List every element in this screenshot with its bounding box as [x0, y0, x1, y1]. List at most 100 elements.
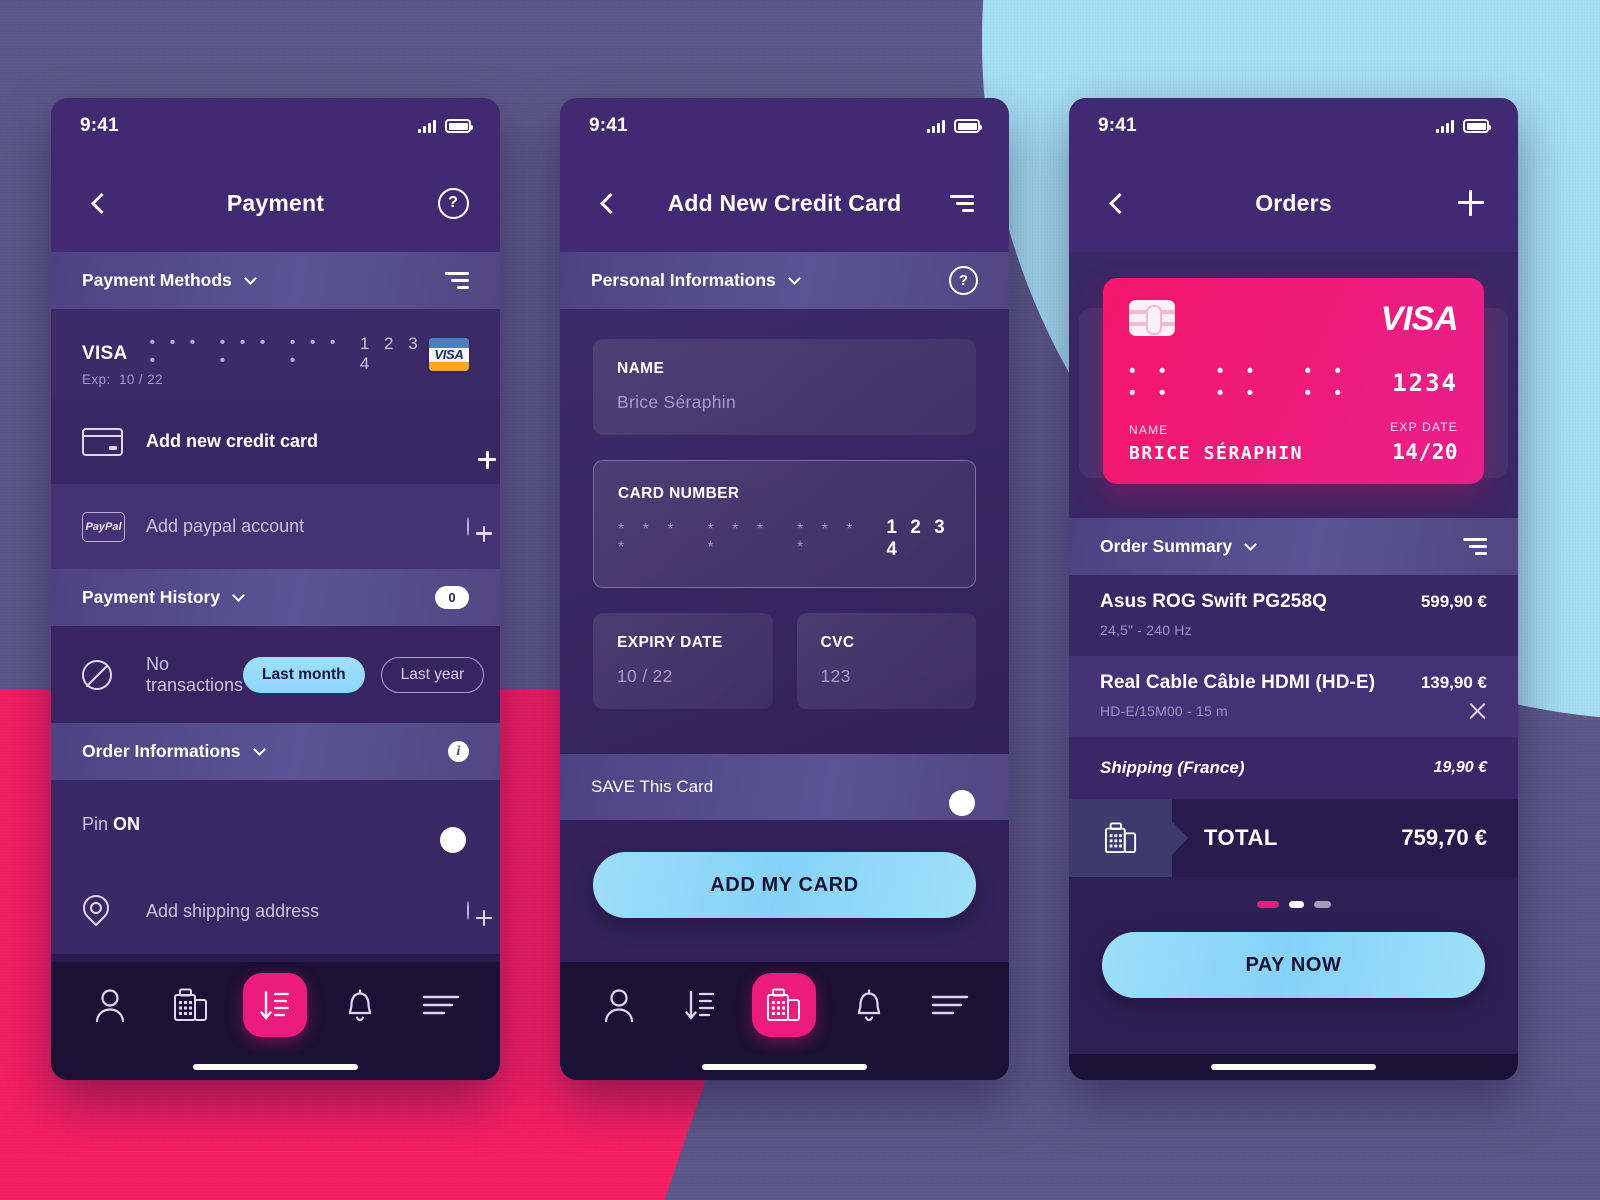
bottom-tab-bar: [51, 962, 500, 1054]
pin-label-prefix: Pin: [82, 813, 109, 834]
credit-card-visual[interactable]: VISA • • • • • • • • • • • • 1234 NAME B…: [1103, 278, 1484, 484]
card-last4: 1234: [1392, 369, 1458, 397]
section-header-payment-history[interactable]: Payment History 0: [51, 569, 500, 626]
home-indicator[interactable]: [1211, 1064, 1376, 1070]
order-item-row[interactable]: Real Cable Câble HDMI (HD-E) 139,90 € HD…: [1069, 656, 1518, 737]
home-indicator[interactable]: [193, 1064, 358, 1070]
pay-cta-area: PAY NOW: [1069, 918, 1518, 1054]
card-carousel: VISA • • • • • • • • • • • • 1234 NAME B…: [1069, 252, 1518, 518]
home-indicator[interactable]: [702, 1064, 867, 1070]
notifications-tab[interactable]: [331, 976, 389, 1034]
add-credit-card-row[interactable]: Add new credit card: [51, 399, 500, 484]
cvc-field[interactable]: CVC 123: [796, 613, 976, 709]
close-x-icon[interactable]: [1467, 701, 1487, 721]
navigation-bar-orders: Orders: [1069, 154, 1518, 252]
plus-outline-icon[interactable]: [467, 901, 469, 920]
question-mark-icon: ?: [437, 187, 469, 219]
save-card-label: SAVE This Card: [591, 777, 714, 796]
back-button[interactable]: [584, 180, 630, 226]
masked-group-3: • • • •: [289, 334, 341, 369]
back-button[interactable]: [75, 180, 121, 226]
filter-chip-last-month[interactable]: Last month: [243, 656, 365, 693]
section-header-order-informations[interactable]: Order Informations i: [51, 723, 500, 780]
section-header-payment-methods[interactable]: Payment Methods: [51, 252, 500, 309]
masked-group-2: • • • •: [219, 334, 271, 369]
expiry-field-value[interactable]: 10 / 22: [617, 666, 749, 687]
section-title: Payment Methods: [82, 270, 232, 290]
profile-tab[interactable]: [590, 976, 648, 1034]
pagination-dot-1[interactable]: [1256, 901, 1279, 908]
help-button[interactable]: ?: [430, 180, 476, 226]
question-mark-icon[interactable]: ?: [949, 266, 978, 295]
profile-tab[interactable]: [81, 976, 139, 1034]
shipping-label: Shipping (France): [1100, 758, 1245, 777]
status-indicators: [927, 119, 982, 133]
save-card-row: SAVE This Card: [560, 754, 1009, 820]
add-paypal-row[interactable]: PayPal Add paypal account: [51, 484, 500, 569]
no-transactions-label: No transactions: [146, 653, 244, 695]
chevron-down-icon[interactable]: [243, 272, 257, 285]
chevron-down-icon[interactable]: [1244, 538, 1258, 551]
order-item-row[interactable]: Asus ROG Swift PG258Q 599,90 € 24,5" - 2…: [1069, 575, 1518, 656]
add-order-button[interactable]: [1448, 180, 1494, 226]
masked-group-1: * * * *: [618, 521, 681, 556]
design-canvas: 9:41 Payment ? Payment Methods VISA • • …: [0, 0, 1600, 1200]
add-credit-card-label: Add new credit card: [146, 431, 319, 451]
section-header-personal-informations[interactable]: Personal Informations ?: [560, 252, 1009, 309]
item-price: 599,90 €: [1420, 592, 1487, 611]
info-circle-icon[interactable]: i: [448, 741, 469, 762]
name-field-value[interactable]: Brice Séraphin: [617, 392, 952, 413]
pagination-dot-3[interactable]: [1313, 901, 1331, 908]
section-header-order-summary[interactable]: Order Summary: [1069, 518, 1518, 575]
cardholder-value: BRICE SÉRAPHIN: [1129, 443, 1304, 464]
card-number-display: • • • • • • • • • • • • 1234: [1129, 361, 1458, 405]
orders-tab[interactable]: [243, 973, 308, 1037]
pin-row: Pin ON: [51, 780, 500, 868]
visa-brand-label: VISA: [1380, 300, 1459, 338]
status-indicators: [418, 119, 473, 133]
card-expiry-block: EXP DATE 14/20: [1390, 420, 1458, 464]
terminal-tab[interactable]: [752, 973, 817, 1037]
name-field[interactable]: NAME Brice Séraphin: [593, 339, 976, 435]
chevron-down-icon[interactable]: [252, 743, 266, 756]
no-entry-icon: [82, 659, 112, 690]
status-bar: 9:41: [51, 98, 500, 154]
back-button[interactable]: [1093, 180, 1139, 226]
filter-lines-icon[interactable]: [1463, 538, 1487, 555]
add-paypal-label: Add paypal account: [146, 516, 305, 536]
expiry-date-field[interactable]: EXPIRY DATE 10 / 22: [593, 613, 773, 709]
card-last4: 1 2 3 4: [359, 334, 423, 373]
item-name: Real Cable Câble HDMI (HD-E): [1100, 672, 1376, 693]
filter-chip-last-year[interactable]: Last year: [380, 656, 485, 693]
add-shipping-address-row[interactable]: Add shipping address: [51, 868, 500, 954]
name-field-label: NAME: [617, 360, 665, 377]
card-number-field[interactable]: CARD NUMBER * * * * * * * * * * * * 1 2 …: [593, 460, 976, 588]
home-indicator-bar: [560, 1054, 1009, 1080]
options-button[interactable]: [939, 180, 985, 226]
visa-logo-icon: VISA: [428, 337, 469, 371]
filter-lines-icon[interactable]: [445, 272, 469, 289]
cvc-field-value[interactable]: 123: [821, 666, 953, 687]
section-title: Order Informations: [82, 741, 241, 761]
phone-screen-add-card: 9:41 Add New Credit Card Personal Inform…: [560, 98, 1009, 1080]
saved-card-row[interactable]: VISA • • • • • • • • • • • • 1 2 3 4 VIS…: [51, 309, 500, 399]
chevron-down-icon[interactable]: [232, 589, 245, 602]
terminal-tab[interactable]: [162, 976, 220, 1034]
menu-tab[interactable]: [412, 976, 470, 1034]
shipping-price: 19,90 €: [1433, 759, 1487, 776]
pay-now-button[interactable]: PAY NOW: [1102, 932, 1485, 998]
notifications-tab[interactable]: [840, 976, 898, 1034]
cardholder-label: NAME: [1129, 423, 1169, 437]
card-number-value[interactable]: * * * * * * * * * * * * 1 2 3 4: [618, 517, 951, 561]
status-indicators: [1436, 119, 1491, 133]
cardholder-block: NAME BRICE SÉRAPHIN: [1129, 423, 1303, 464]
masked-group-3: • • • •: [1304, 361, 1351, 404]
card-form: NAME Brice Séraphin CARD NUMBER * * * * …: [560, 309, 1009, 754]
menu-tab[interactable]: [921, 976, 979, 1034]
signal-bars-icon: [418, 119, 436, 133]
chevron-down-icon[interactable]: [787, 272, 801, 285]
plus-outline-icon[interactable]: [467, 516, 469, 536]
pagination-dot-2[interactable]: [1288, 901, 1304, 908]
add-my-card-button[interactable]: ADD MY CARD: [593, 852, 976, 918]
orders-tab[interactable]: [671, 976, 729, 1034]
